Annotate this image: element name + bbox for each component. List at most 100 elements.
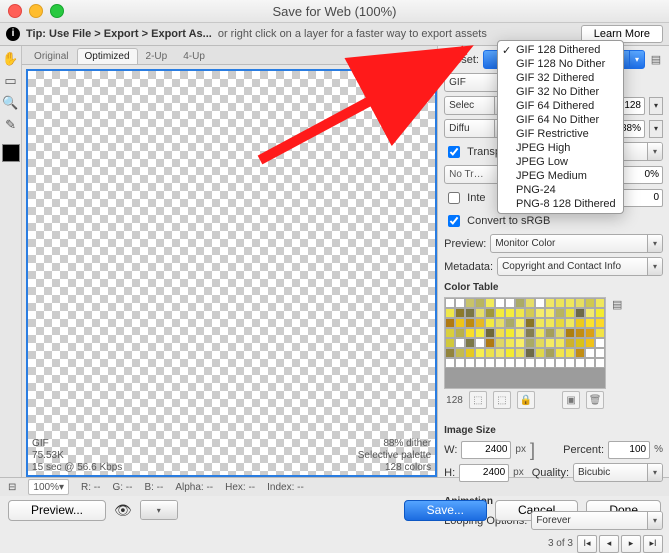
color-swatch[interactable] (445, 298, 455, 308)
color-swatch[interactable] (475, 318, 485, 328)
color-swatch[interactable] (495, 338, 505, 348)
colors-stepper[interactable]: ▾ (649, 97, 663, 115)
percent-input[interactable] (608, 441, 650, 459)
dither-stepper[interactable]: ▾ (649, 120, 663, 138)
color-swatch[interactable] (495, 328, 505, 338)
color-swatch[interactable] (595, 348, 605, 358)
color-swatch[interactable] (565, 308, 575, 318)
color-swatch[interactable] (485, 328, 495, 338)
color-swatch[interactable] (495, 308, 505, 318)
preset-dropdown-menu[interactable]: GIF 128 DitheredGIF 128 No DitherGIF 32 … (497, 40, 624, 214)
color-swatch[interactable] (535, 328, 545, 338)
ct-icon-1[interactable]: ⬚ (469, 391, 487, 409)
height-input[interactable] (459, 464, 509, 482)
color-swatch[interactable] (575, 298, 585, 308)
link-dimensions-icon[interactable]: ] (530, 445, 535, 455)
convert-srgb-checkbox[interactable] (448, 215, 460, 227)
color-swatch[interactable] (585, 328, 595, 338)
prev-frame-button[interactable]: ◂ (599, 535, 619, 553)
color-swatch[interactable] (565, 338, 575, 348)
color-swatch[interactable] (455, 348, 465, 358)
preset-menu-icon[interactable]: ▤ (649, 53, 663, 67)
color-swatch[interactable] (465, 308, 475, 318)
color-swatch[interactable] (505, 318, 515, 328)
color-swatch[interactable] (565, 298, 575, 308)
preview-button[interactable]: Preview... (8, 500, 106, 521)
preset-option[interactable]: JPEG Medium (498, 169, 623, 183)
color-swatch[interactable] (545, 318, 555, 328)
color-swatch[interactable] (525, 338, 535, 348)
color-swatch[interactable] (585, 318, 595, 328)
color-swatch[interactable] (485, 298, 495, 308)
color-swatch[interactable] (585, 348, 595, 358)
color-swatch[interactable] (505, 358, 515, 368)
color-swatch[interactable] (595, 358, 605, 368)
color-swatch[interactable] (535, 318, 545, 328)
color-swatch[interactable] (555, 328, 565, 338)
color-swatch[interactable] (585, 338, 595, 348)
browser-icon[interactable]: 👁 (114, 502, 132, 519)
color-swatch[interactable] (525, 328, 535, 338)
preset-option[interactable]: GIF Restrictive (498, 127, 623, 141)
color-swatch[interactable] (515, 358, 525, 368)
color-swatch[interactable] (525, 308, 535, 318)
tab-4up[interactable]: 4-Up (175, 48, 213, 64)
color-swatch[interactable] (505, 328, 515, 338)
color-swatch[interactable] (505, 298, 515, 308)
color-swatch[interactable] (455, 358, 465, 368)
color-swatch[interactable] (515, 328, 525, 338)
color-swatch[interactable] (535, 308, 545, 318)
color-swatch[interactable] (555, 298, 565, 308)
color-swatch[interactable] (565, 328, 575, 338)
color-swatch[interactable] (495, 348, 505, 358)
color-swatch[interactable] (595, 298, 605, 308)
color-swatch[interactable] (545, 308, 555, 318)
color-swatch[interactable] (545, 338, 555, 348)
preset-option[interactable]: GIF 32 Dithered (498, 71, 623, 85)
status-hand-icon[interactable]: ⊟ (8, 482, 16, 493)
color-swatch[interactable] (595, 318, 605, 328)
color-swatch[interactable] (545, 358, 555, 368)
color-swatch[interactable] (585, 308, 595, 318)
color-swatch[interactable] (485, 338, 495, 348)
interlaced-checkbox[interactable] (448, 192, 460, 204)
color-swatch[interactable] (515, 318, 525, 328)
preset-option[interactable]: JPEG Low (498, 155, 623, 169)
color-swatch[interactable] (535, 348, 545, 358)
color-swatch[interactable] (515, 338, 525, 348)
color-swatch[interactable] (455, 318, 465, 328)
preset-option[interactable]: GIF 64 No Dither (498, 113, 623, 127)
color-swatch[interactable] (595, 328, 605, 338)
color-swatch[interactable] (505, 338, 515, 348)
ct-icon-2[interactable]: ⬚ (493, 391, 511, 409)
color-swatch[interactable] (475, 348, 485, 358)
color-swatch[interactable] (465, 358, 475, 368)
color-swatch[interactable] (455, 298, 465, 308)
slice-select-tool[interactable]: ▭ (2, 72, 20, 90)
color-swatch[interactable] (555, 348, 565, 358)
color-swatch[interactable] (555, 308, 565, 318)
preview-canvas[interactable]: GIF88% dither 75.53KSelective palette 15… (26, 69, 437, 477)
save-button[interactable]: Save... (404, 500, 487, 521)
color-swatch[interactable] (445, 328, 455, 338)
color-swatch[interactable] (455, 338, 465, 348)
preset-option[interactable]: GIF 128 No Dither (498, 57, 623, 71)
color-swatch[interactable] (595, 308, 605, 318)
tab-optimized[interactable]: Optimized (77, 48, 138, 64)
color-swatch[interactable] (545, 298, 555, 308)
preview-select[interactable]: Monitor Color▾ (490, 234, 663, 253)
hand-tool[interactable]: ✋ (2, 50, 20, 68)
color-swatch[interactable] (475, 328, 485, 338)
color-swatch[interactable] (595, 338, 605, 348)
color-swatch[interactable] (545, 348, 555, 358)
color-swatch[interactable] (575, 308, 585, 318)
preset-option[interactable]: GIF 32 No Dither (498, 85, 623, 99)
first-frame-button[interactable]: I◂ (577, 535, 597, 553)
play-button[interactable]: ▸ (621, 535, 641, 553)
color-swatch[interactable] (525, 318, 535, 328)
color-swatch[interactable] (565, 358, 575, 368)
color-swatch[interactable] (475, 358, 485, 368)
color-swatch[interactable] (505, 348, 515, 358)
color-swatch[interactable] (525, 348, 535, 358)
color-swatch[interactable] (455, 328, 465, 338)
